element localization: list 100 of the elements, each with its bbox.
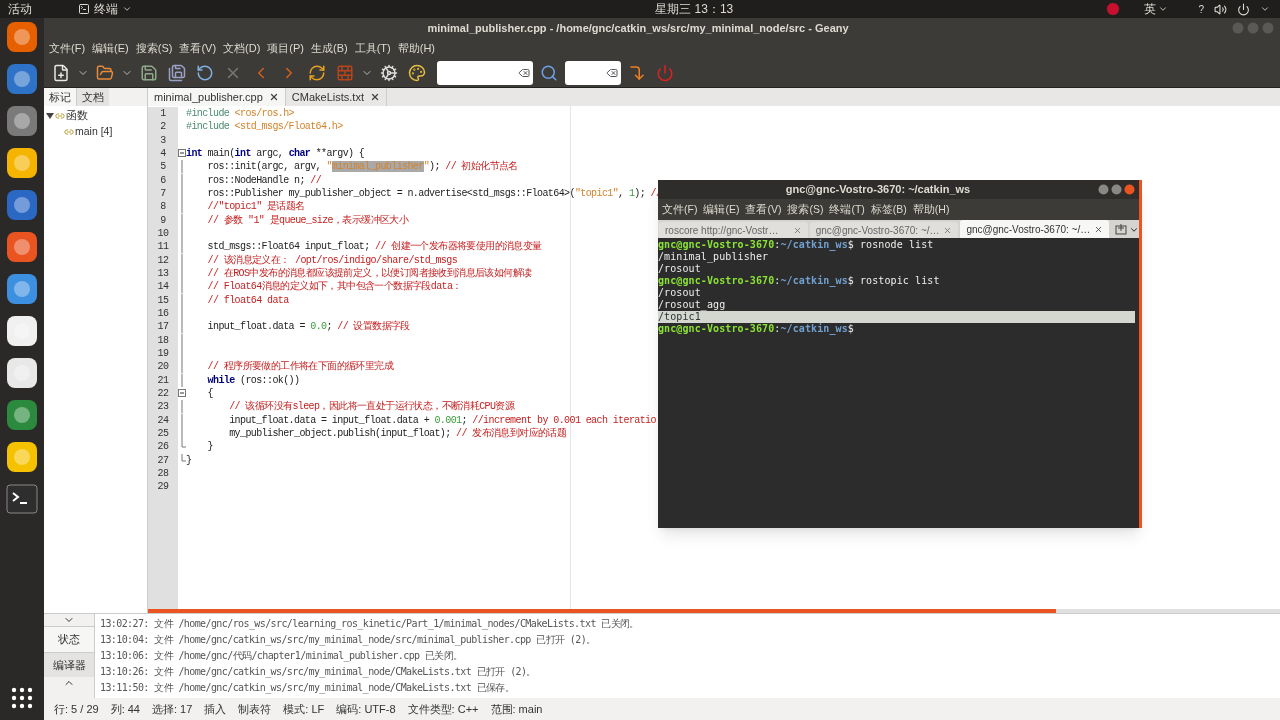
menu-item[interactable]: 查看(V) [745, 201, 782, 218]
status-item: 列: 44 [110, 701, 140, 717]
maximize-button[interactable] [1111, 184, 1122, 195]
status-item: 编码: UTF-8 [336, 701, 396, 717]
power-icon[interactable] [1237, 2, 1250, 16]
app-icon[interactable] [5, 62, 39, 96]
menu-item[interactable]: 终端(T) [829, 201, 865, 218]
terminal-tab[interactable]: roscore http://gnc-Vostr… [659, 222, 808, 238]
close-button[interactable] [1124, 184, 1135, 195]
clear-icon[interactable] [518, 66, 530, 79]
terminal-output[interactable]: gnc@gnc-Vostro-3670:~/catkin_ws$ rosnode list /minimal_publisher /rosout gnc@gnc-Vostro-3670:~/catkin_ws$ rostopic list /rosout /rosout_agg /topic1 gnc@gnc-Vostro-3670:~/catkin_ws$ [658, 238, 1139, 528]
activities-button[interactable]: 活动 [8, 0, 78, 18]
new-tab-icon[interactable] [1115, 223, 1128, 235]
link-icon [55, 110, 65, 121]
line-number: 10 [157, 226, 169, 241]
line-number: 2 [160, 120, 166, 134]
code-line: std_msgs::Float64 input_float; // 创建一个发布器将要使用的消息变量 [206, 241, 542, 253]
line-number: 12 [157, 253, 169, 267]
status-item: 选择: 17 [152, 701, 193, 717]
message-tab[interactable]: 状态 [44, 626, 94, 653]
menu-item[interactable]: 工具(T) [354, 39, 391, 57]
app-menu[interactable]: 终端 [78, 0, 132, 18]
message-line: 13:02:27: 文件 /home/gnc/ros_ws/src/learning_ros_kinetic/Part_1/minimal_nodes/CMakeLists.txt 已关闭。 [99, 617, 640, 632]
terminal-icon[interactable] [5, 482, 39, 516]
close-icon[interactable] [1094, 224, 1104, 234]
menu-item[interactable]: 帮助(H) [397, 39, 435, 57]
line-number: 20 [157, 360, 169, 374]
menu-item[interactable]: 文件(F) [662, 201, 698, 218]
menu-item[interactable]: 搜索(S) [787, 201, 824, 218]
fold-marker-icon[interactable] [178, 386, 186, 400]
app-icon[interactable] [5, 272, 39, 306]
menu-item[interactable]: 编辑(E) [703, 201, 740, 218]
input-method-menu[interactable]: 英 [1144, 0, 1169, 18]
line-number: 27 [157, 453, 169, 467]
sidebar-tab[interactable]: 文档 [77, 88, 109, 106]
app-icon[interactable] [5, 314, 39, 348]
menu-item[interactable]: 项目(P) [267, 39, 304, 57]
status-item: 制表符 [238, 701, 272, 717]
code-line: //"topic1" 是话题名 [206, 201, 305, 213]
sidebar-tab[interactable]: 标记 [44, 88, 77, 106]
terminal-tab[interactable]: gnc@gnc-Vostro-3670: ~/… [960, 220, 1110, 238]
app-icon[interactable] [5, 398, 39, 432]
line-number: 17 [157, 320, 169, 334]
menu-item[interactable]: 查看(V) [179, 39, 217, 57]
code-line: input_float.data = 0.0; // 设置数据字段 [206, 321, 410, 333]
menu-item[interactable]: 文件(F) [49, 39, 86, 57]
help-indicator[interactable]: ? [1198, 1, 1204, 17]
apps-grid-icon[interactable] [10, 686, 34, 710]
code-line: // 程序所要做的工作将在下面的循环里完成 [206, 361, 393, 373]
code-line: // float64 data [206, 294, 289, 306]
app-icon[interactable] [5, 230, 39, 264]
status-item: 插入 [204, 701, 227, 717]
line-number: 4 [160, 147, 166, 161]
app-icon[interactable] [5, 356, 39, 390]
line-number: 23 [157, 400, 169, 414]
minimize-button[interactable] [1098, 184, 1109, 195]
message-tab[interactable]: 编译器 [44, 652, 94, 677]
terminal-tab[interactable]: gnc@gnc-Vostro-3670: ~/… [809, 222, 959, 238]
menu-item[interactable]: 生成(B) [311, 39, 348, 57]
app-icon[interactable] [5, 104, 39, 138]
line-number: 26 [157, 440, 169, 454]
window-title: minimal_publisher.cpp - /home/gnc/catkin_ws/src/my_minimal_node/src - Geany [426, 20, 850, 36]
clock[interactable]: 星期三 13：13 [655, 0, 734, 18]
menu-item[interactable]: 标签(B) [870, 201, 907, 218]
search-field[interactable] [437, 60, 533, 85]
caret-icon[interactable] [1129, 225, 1139, 235]
line-number: 24 [157, 413, 169, 427]
message-line: 13:10:06: 文件 /home/gnc/代码/chapter1/minimal_publisher.cpp 已关闭。 [99, 649, 464, 664]
line-number: 29 [157, 480, 169, 494]
menu-item[interactable]: 帮助(H) [912, 201, 950, 218]
close-icon[interactable] [370, 92, 380, 102]
line-number: 8 [160, 200, 166, 214]
app-icon[interactable] [5, 440, 39, 474]
close-icon[interactable] [268, 92, 279, 102]
terminal-line: gnc@gnc-Vostro-3670:~/catkin_ws$ rosnode list [658, 239, 935, 251]
line-number: 28 [157, 466, 169, 481]
line-number: 16 [157, 306, 169, 321]
caret-icon [122, 4, 132, 14]
volume-icon[interactable] [1214, 2, 1227, 16]
tree-item[interactable]: 函数 [66, 108, 88, 124]
editor-tab[interactable]: minimal_publisher.cpp [148, 88, 286, 106]
expander-icon[interactable] [46, 111, 54, 120]
status-item: 模式: LF [283, 701, 325, 717]
caret-icon[interactable] [1260, 4, 1270, 14]
code-line: ros::init(argc, argv, "minimal_publisher"); // 初始化节点名 [206, 161, 518, 173]
message-line: 13:10:04: 文件 /home/gnc/catkin_ws/src/my_minimal_node/src/minimal_publisher.cpp 已打开 (2)。 [99, 633, 597, 648]
menu-item[interactable]: 搜索(S) [135, 39, 173, 57]
menu-item[interactable]: 编辑(E) [92, 39, 129, 57]
menu-item[interactable]: 文档(D) [223, 39, 261, 57]
fold-marker-icon[interactable] [178, 147, 186, 160]
record-indicator-icon[interactable] [1106, 2, 1121, 16]
terminal-line: /rosout [658, 263, 702, 275]
app-icon[interactable] [5, 146, 39, 180]
terminal-line: /minimal_publisher [658, 251, 770, 263]
clear-icon[interactable] [606, 66, 618, 79]
code-line: // 在ROS中发布的消息都应该提前定义，以便订阅者接收到消息后该如何解读 [206, 267, 532, 279]
code-line: #include <ros/ros.h> [186, 108, 295, 119]
tree-item[interactable]: main [4] [75, 123, 113, 140]
goto-line-field[interactable] [565, 60, 621, 85]
app-icon[interactable] [5, 20, 39, 54]
